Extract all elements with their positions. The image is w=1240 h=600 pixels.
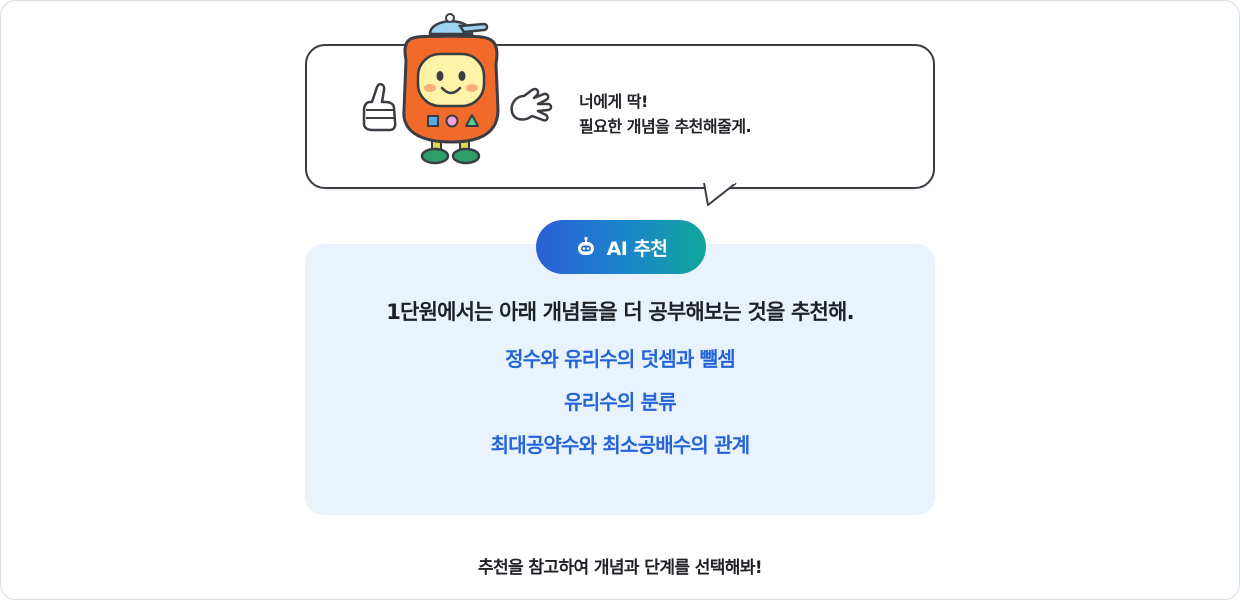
concept-link[interactable]: 최대공약수와 최소공배수의 관계 bbox=[305, 424, 935, 467]
mascot-illustration bbox=[362, 13, 553, 165]
speech-text: 너에게 딱! 필요한 개념을 추천해줄게. bbox=[579, 89, 752, 139]
ai-badge-label: AI 추천 bbox=[606, 237, 668, 260]
ai-recommend-badge: AI 추천 bbox=[536, 220, 706, 274]
recommendation-lead: 1단원에서는 아래 개념들을 더 공부해보는 것을 추천해. bbox=[386, 300, 854, 324]
concept-link[interactable]: 정수와 유리수의 덧셈과 뺄셈 bbox=[305, 338, 935, 381]
footer-instruction: 추천을 참고하여 개념과 단계를 선택해봐! bbox=[477, 558, 763, 578]
speech-bubble-tail bbox=[703, 183, 737, 206]
thumbs-up-hand-left bbox=[362, 82, 397, 132]
speech-line-1: 너에게 딱! bbox=[579, 92, 648, 111]
speech-line-2: 필요한 개념을 추천해줄게. bbox=[579, 117, 752, 136]
open-hand-right bbox=[510, 87, 553, 122]
recommended-concept-list: 정수와 유리수의 덧셈과 뺄셈 유리수의 분류 최대공약수와 최소공배수의 관계 bbox=[305, 338, 935, 467]
robot-icon bbox=[577, 236, 594, 255]
concept-link[interactable]: 유리수의 분류 bbox=[305, 381, 935, 424]
